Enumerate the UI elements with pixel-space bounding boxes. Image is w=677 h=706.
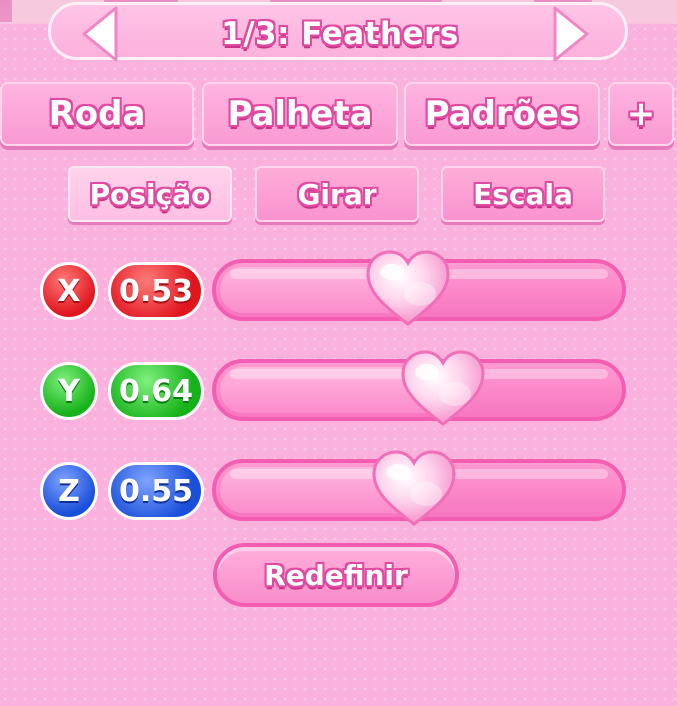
z-value: 0.55 (108, 462, 204, 520)
x-value: 0.53 (108, 262, 204, 320)
subtab-girar[interactable]: Girar (255, 166, 419, 222)
plus-icon: + (626, 94, 656, 134)
x-slider-heart-handle[interactable] (364, 248, 452, 328)
y-slider-heart-handle[interactable] (399, 348, 487, 428)
tab-label: Palheta (227, 94, 373, 134)
z-slider-heart-handle[interactable] (370, 448, 458, 528)
reset-button[interactable]: Redefinir (213, 543, 459, 607)
tab-more[interactable]: + (608, 82, 674, 146)
y-value: 0.64 (108, 362, 204, 420)
next-item-button[interactable] (551, 4, 591, 64)
tab-roda[interactable]: Roda (0, 82, 194, 146)
arrow-left-icon (82, 6, 118, 62)
tab-label: Padrões (424, 94, 580, 134)
subtab-escala[interactable]: Escala (441, 166, 605, 222)
tab-label: Roda (48, 94, 146, 134)
tab-palheta[interactable]: Palheta (202, 82, 398, 146)
previous-item-button[interactable] (80, 4, 120, 64)
tab-padroes[interactable]: Padrões (404, 82, 600, 146)
heart-icon (372, 450, 456, 526)
heart-icon (401, 350, 485, 426)
subtab-label: Girar (297, 177, 377, 211)
heart-icon (366, 250, 450, 326)
z-axis-badge: Z (40, 462, 98, 520)
x-axis-badge: X (40, 262, 98, 320)
y-axis-badge: Y (40, 362, 98, 420)
subtab-label: Escala (473, 177, 573, 211)
subtab-label: Posição (89, 177, 211, 211)
subtab-posicao[interactable]: Posição (68, 166, 232, 222)
arrow-right-icon (553, 6, 589, 62)
reset-label: Redefinir (264, 558, 408, 592)
page-title: 1/3: Feathers (221, 16, 459, 52)
